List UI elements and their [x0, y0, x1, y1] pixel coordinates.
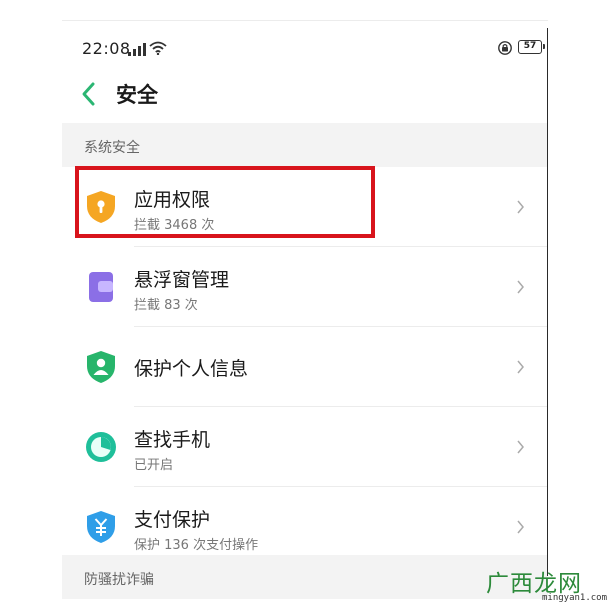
chevron-right-icon — [517, 440, 524, 454]
list-item-find-phone[interactable]: 查找手机 已开启 — [62, 407, 548, 487]
floating-window-icon — [89, 272, 113, 302]
shield-icon — [87, 191, 115, 223]
list-item-protect-personal-info[interactable]: 保护个人信息 — [62, 327, 548, 407]
section-title: 防骚扰诈骗 — [84, 572, 154, 588]
status-bar: 22:08 57 — [82, 39, 545, 59]
watermark-url: mingyan1.com — [542, 593, 608, 603]
chevron-right-icon — [517, 520, 524, 534]
page: 22:08 57 安全 系统安全 应用权限 拦截 3468 次 悬浮窗管理 拦截… — [0, 0, 616, 607]
page-title: 安全 — [116, 83, 158, 107]
user-shield-icon — [87, 351, 115, 383]
item-title: 悬浮窗管理 — [134, 269, 230, 291]
payment-shield-icon — [87, 511, 115, 543]
watermark: 广西龙网 mingyan1.com — [482, 560, 616, 607]
phone-screen: 22:08 57 安全 系统安全 应用权限 拦截 3468 次 悬浮窗管理 拦截… — [62, 20, 548, 607]
chevron-right-icon — [517, 360, 524, 374]
wifi-icon — [149, 41, 167, 55]
section-header-system-security: 系统安全 — [62, 123, 548, 167]
item-subtitle: 保护 136 次支付操作 — [134, 538, 259, 553]
chevron-right-icon — [517, 200, 524, 214]
battery-icon: 57 — [518, 40, 545, 54]
back-icon[interactable] — [76, 79, 102, 109]
item-title: 保护个人信息 — [134, 358, 249, 380]
lock-icon — [498, 41, 512, 55]
list-item-app-permissions[interactable]: 应用权限 拦截 3468 次 — [62, 167, 548, 247]
section-header-anti-harassment: 防骚扰诈骗 — [62, 555, 548, 599]
find-phone-icon — [86, 432, 116, 462]
item-subtitle: 拦截 83 次 — [134, 298, 198, 313]
item-title: 查找手机 — [134, 429, 211, 451]
item-subtitle: 拦截 3468 次 — [134, 218, 215, 233]
item-subtitle: 已开启 — [134, 458, 174, 473]
section-title: 系统安全 — [84, 140, 140, 156]
chevron-right-icon — [517, 280, 524, 294]
header: 安全 — [62, 71, 548, 119]
item-title: 应用权限 — [134, 189, 211, 211]
status-time: 22:08 — [82, 39, 131, 58]
screen-edge — [547, 28, 548, 576]
list-item-floating-window[interactable]: 悬浮窗管理 拦截 83 次 — [62, 247, 548, 327]
signal-icon — [128, 43, 146, 56]
item-title: 支付保护 — [134, 509, 211, 531]
